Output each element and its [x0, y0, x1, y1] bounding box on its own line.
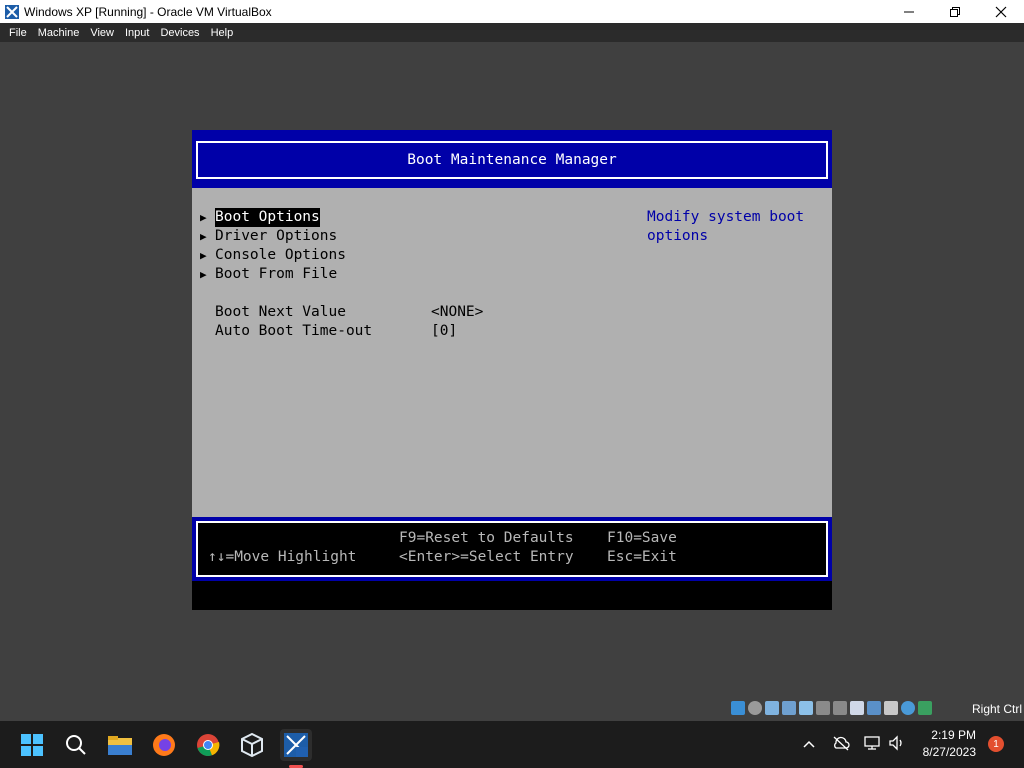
window-title: Windows XP [Running] - Oracle VM Virtual… — [24, 4, 272, 19]
onedrive-button[interactable] — [832, 735, 850, 756]
menu-help[interactable]: Help — [206, 27, 240, 39]
bios-menu-console-options[interactable]: Console Options — [215, 246, 346, 265]
clock-date[interactable]: 8/27/2023 — [910, 745, 976, 759]
windows-xp-vm-button[interactable] — [280, 729, 312, 761]
keyboard-icon[interactable] — [918, 701, 932, 715]
boot-next-label: Boot Next Value — [215, 304, 346, 320]
search-icon — [66, 735, 86, 755]
bios-arrow-icon: ▶ — [200, 268, 207, 281]
network-icon — [864, 736, 880, 750]
start-icon — [21, 734, 43, 756]
cloud-off-icon — [833, 736, 850, 751]
close-button[interactable] — [978, 0, 1024, 23]
host-key-label: Right Ctrl — [971, 702, 1022, 716]
start-button[interactable] — [16, 729, 48, 761]
footer-move-highlight: ↑↓=Move Highlight — [208, 549, 357, 565]
chrome-button[interactable] — [192, 729, 224, 761]
bios-arrow-icon: ▶ — [200, 230, 207, 243]
hard-disk-icon[interactable] — [731, 701, 745, 715]
menu-input[interactable]: Input — [120, 27, 155, 39]
usb-icon[interactable] — [799, 701, 813, 715]
bios-arrow-icon: ▶ — [200, 211, 207, 224]
display-icon[interactable] — [833, 701, 847, 715]
bios-menu-driver-options[interactable]: Driver Options — [215, 227, 337, 246]
file-explorer-button[interactable] — [104, 729, 136, 761]
windows-xp-vm-icon — [284, 733, 308, 757]
boot-next-value[interactable]: <NONE> — [431, 303, 483, 322]
cpu-icon[interactable] — [884, 701, 898, 715]
network-tray-button[interactable] — [864, 735, 882, 756]
menu-devices[interactable]: Devices — [155, 27, 205, 39]
footer-save: F10=Save — [607, 530, 677, 546]
bios-footer-box: F9=Reset to Defaults F10=Save ↑↓=Move Hi… — [196, 521, 828, 577]
minimize-icon — [904, 11, 914, 12]
recording-icon[interactable] — [867, 701, 881, 715]
virtualbox-icon — [241, 732, 263, 758]
shared-folders-icon[interactable] — [816, 701, 830, 715]
restore-icon — [950, 6, 960, 17]
notification-badge[interactable]: 1 — [988, 736, 1004, 752]
window-titlebar[interactable]: Windows XP [Running] - Oracle VM Virtual… — [0, 0, 1024, 23]
bios-header: Boot Maintenance Manager — [192, 130, 832, 188]
chrome-icon — [197, 734, 220, 757]
bios-menu-boot-from-file[interactable]: Boot From File — [215, 265, 337, 284]
close-icon — [995, 6, 1007, 17]
auto-boot-timeout-label: Auto Boot Time-out — [215, 323, 373, 339]
show-hidden-icons-button[interactable] — [802, 737, 816, 756]
audio-icon[interactable] — [765, 701, 779, 715]
video-capture-icon[interactable] — [850, 701, 864, 715]
virtualbox-app-icon — [4, 4, 20, 20]
optical-drive-icon[interactable] — [748, 701, 762, 715]
firefox-icon — [153, 734, 175, 756]
auto-boot-timeout-value[interactable]: [0] — [431, 322, 457, 341]
bios-footer: F9=Reset to Defaults F10=Save ↑↓=Move Hi… — [192, 517, 832, 577]
menu-file[interactable]: File — [4, 27, 33, 39]
search-button[interactable] — [60, 729, 92, 761]
footer-exit: Esc=Exit — [607, 549, 677, 565]
file-explorer-icon — [108, 736, 132, 755]
menu-view[interactable]: View — [85, 27, 120, 39]
help-text-line2: options — [647, 228, 709, 244]
bios-menu-boot-options[interactable]: Boot Options — [215, 208, 320, 227]
volume-button[interactable] — [888, 735, 906, 756]
footer-select-entry: <Enter>=Select Entry — [399, 549, 574, 565]
footer-reset-defaults: F9=Reset to Defaults — [399, 530, 574, 546]
vm-statusbar: Right Ctrl — [0, 697, 1024, 721]
speaker-icon — [889, 735, 902, 751]
bios-screen[interactable]: Boot Maintenance Manager ▶ Boot Options … — [192, 130, 832, 610]
menubar: File Machine View Input Devices Help — [0, 23, 1024, 42]
menu-machine[interactable]: Machine — [33, 27, 86, 39]
bios-title: Boot Maintenance Manager — [196, 141, 828, 179]
virtualbox-button[interactable] — [236, 729, 268, 761]
network-icon[interactable] — [782, 701, 796, 715]
clock-time[interactable]: 2:19 PM — [916, 728, 976, 742]
taskbar: 2:19 PM 8/27/2023 — [0, 721, 1024, 768]
mouse-integration-icon[interactable] — [901, 701, 915, 715]
help-text-line1: Modify system boot — [647, 209, 805, 225]
bios-arrow-icon: ▶ — [200, 249, 207, 262]
bios-bottom-bar — [192, 577, 832, 610]
minimize-button[interactable] — [886, 0, 932, 23]
chevron-up-icon — [803, 740, 815, 748]
firefox-button[interactable] — [148, 729, 180, 761]
restore-button[interactable] — [932, 0, 978, 23]
